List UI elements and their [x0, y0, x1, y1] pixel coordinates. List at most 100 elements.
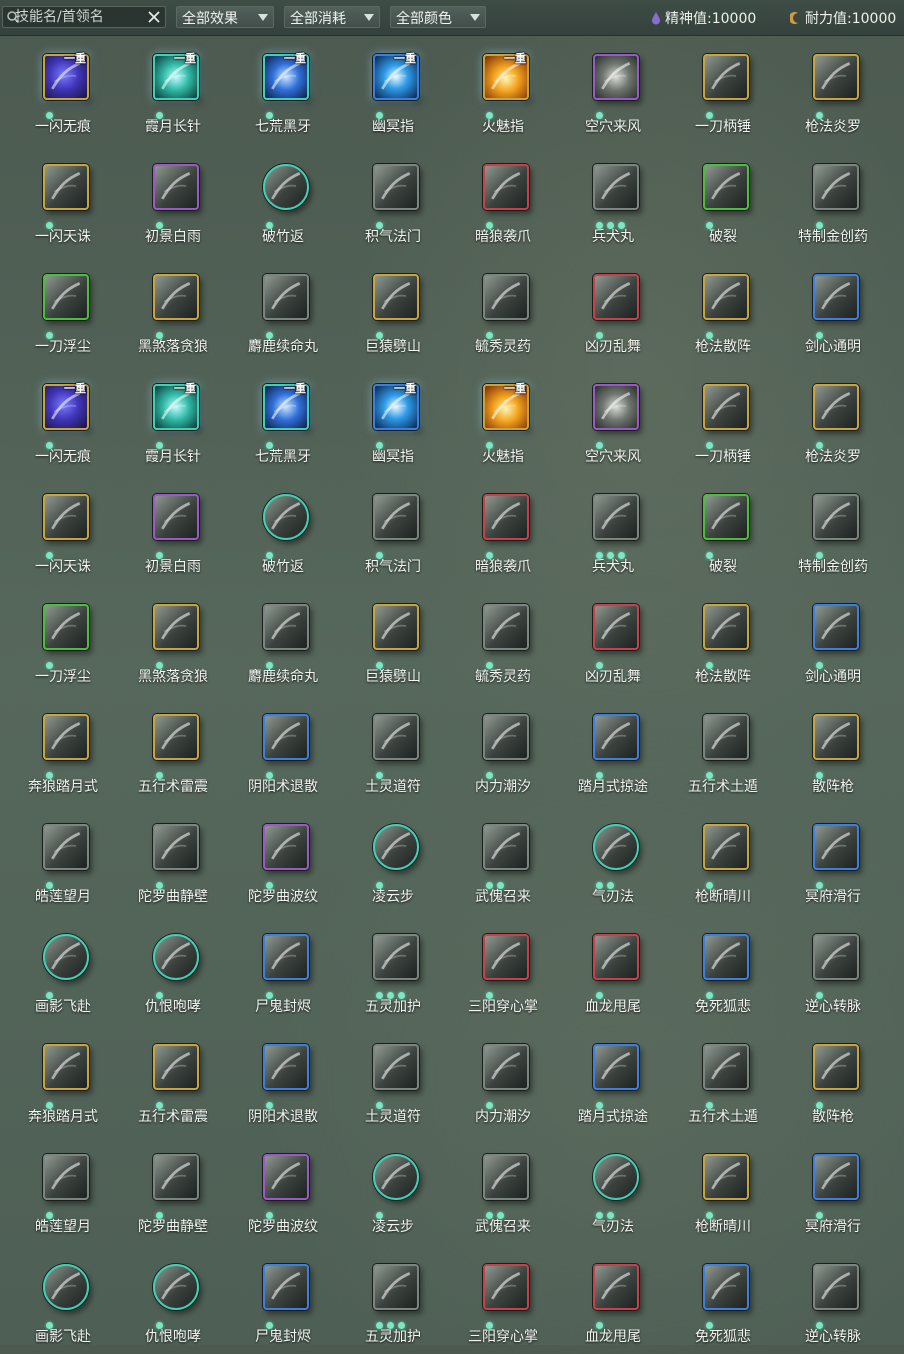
skill-icon[interactable] — [813, 494, 859, 540]
skill-cell[interactable]: 兵犬丸 — [558, 144, 668, 254]
search-box[interactable] — [2, 6, 166, 28]
skill-icon[interactable] — [483, 274, 529, 320]
skill-cell[interactable]: 巨猿劈山 — [338, 584, 448, 694]
skill-icon[interactable] — [703, 384, 749, 430]
skill-cell[interactable]: 内力潮汐 — [448, 694, 558, 804]
skill-cell[interactable]: 一重 七荒黑牙 — [228, 364, 338, 474]
skill-cell[interactable]: 枪法炎罗 — [778, 364, 888, 474]
skill-icon[interactable] — [263, 494, 309, 540]
skill-cell[interactable]: 一刀柄锤 — [668, 364, 778, 474]
skill-cell[interactable]: 毓秀灵药 — [448, 254, 558, 364]
skill-icon[interactable] — [703, 604, 749, 650]
skill-cell[interactable]: 逆心转脉 — [778, 1244, 888, 1354]
skill-cell[interactable]: 枪断晴川 — [668, 1134, 778, 1244]
skill-cell[interactable]: 血龙甩尾 — [558, 1244, 668, 1354]
skill-cell[interactable]: 三阳穿心掌 — [448, 1244, 558, 1354]
skill-icon[interactable] — [593, 934, 639, 980]
skill-icon[interactable] — [593, 384, 639, 430]
skill-cell[interactable]: 一重 霞月长针 — [118, 34, 228, 144]
skill-cell[interactable]: 奔狼踏月式 — [8, 694, 118, 804]
skill-icon[interactable] — [43, 824, 89, 870]
skill-cell[interactable]: 一闪天诛 — [8, 474, 118, 584]
skill-cell[interactable]: 一重 霞月长针 — [118, 364, 228, 474]
skill-icon[interactable] — [483, 1154, 529, 1200]
skill-icon[interactable] — [43, 604, 89, 650]
skill-icon[interactable] — [703, 1264, 749, 1310]
skill-icon[interactable] — [263, 714, 309, 760]
skill-icon[interactable] — [813, 54, 859, 100]
skill-cell[interactable]: 麝鹿续命丸 — [228, 584, 338, 694]
skill-cell[interactable]: 麝鹿续命丸 — [228, 254, 338, 364]
skill-icon[interactable] — [593, 164, 639, 210]
skill-cell[interactable]: 一刀浮尘 — [8, 254, 118, 364]
skill-icon[interactable] — [483, 824, 529, 870]
skill-cell[interactable]: 五灵加护 — [338, 914, 448, 1024]
skill-cell[interactable]: 空穴来风 — [558, 34, 668, 144]
skill-icon[interactable] — [373, 1154, 419, 1200]
skill-cell[interactable]: 冥府滑行 — [778, 804, 888, 914]
skill-cell[interactable]: 画影飞赴 — [8, 914, 118, 1024]
skill-icon[interactable] — [703, 54, 749, 100]
skill-cell[interactable]: 皓莲望月 — [8, 804, 118, 914]
skill-icon[interactable] — [153, 1264, 199, 1310]
skill-cell[interactable]: 一刀柄锤 — [668, 34, 778, 144]
skill-icon[interactable] — [153, 494, 199, 540]
skill-icon[interactable] — [593, 604, 639, 650]
skill-icon[interactable] — [263, 824, 309, 870]
skill-cell[interactable]: 五行术土遁 — [668, 1024, 778, 1134]
skill-icon[interactable] — [813, 274, 859, 320]
skill-icon[interactable] — [703, 714, 749, 760]
skill-cell[interactable]: 五灵加护 — [338, 1244, 448, 1354]
skill-icon[interactable] — [813, 604, 859, 650]
skill-icon[interactable] — [813, 934, 859, 980]
skill-cell[interactable]: 血龙甩尾 — [558, 914, 668, 1024]
skill-icon[interactable] — [153, 274, 199, 320]
cost-filter-dropdown[interactable]: 全部消耗 — [284, 6, 380, 28]
skill-icon[interactable] — [43, 164, 89, 210]
skill-cell[interactable]: 免死狐悲 — [668, 1244, 778, 1354]
skill-cell[interactable]: 气刃法 — [558, 1134, 668, 1244]
skill-cell[interactable]: 画影飞赴 — [8, 1244, 118, 1354]
skill-cell[interactable]: 破竹返 — [228, 144, 338, 254]
skill-cell[interactable]: 一重 火魅指 — [448, 364, 558, 474]
skill-cell[interactable]: 陀罗曲波纹 — [228, 804, 338, 914]
skill-icon[interactable] — [593, 1264, 639, 1310]
skill-icon[interactable] — [153, 1044, 199, 1090]
skill-cell[interactable]: 仇恨咆哮 — [118, 1244, 228, 1354]
skill-icon[interactable] — [813, 714, 859, 760]
color-filter-dropdown[interactable]: 全部颜色 — [390, 6, 486, 28]
skill-icon[interactable] — [43, 714, 89, 760]
skill-cell[interactable]: 枪法炎罗 — [778, 34, 888, 144]
skill-cell[interactable]: 积气法门 — [338, 474, 448, 584]
skill-icon[interactable] — [483, 1264, 529, 1310]
skill-cell[interactable]: 逆心转脉 — [778, 914, 888, 1024]
skill-icon[interactable] — [593, 824, 639, 870]
skill-cell[interactable]: 枪法散阵 — [668, 584, 778, 694]
skill-icon[interactable] — [263, 164, 309, 210]
skill-cell[interactable]: 凌云步 — [338, 1134, 448, 1244]
skill-cell[interactable]: 暗狼袭爪 — [448, 144, 558, 254]
skill-cell[interactable]: 特制金创药 — [778, 144, 888, 254]
skill-icon[interactable] — [43, 274, 89, 320]
skill-cell[interactable]: 五行术雷震 — [118, 1024, 228, 1134]
skill-cell[interactable]: 散阵枪 — [778, 1024, 888, 1134]
skill-icon[interactable] — [153, 934, 199, 980]
skill-cell[interactable]: 武傀召来 — [448, 1134, 558, 1244]
skill-icon[interactable] — [813, 164, 859, 210]
skill-icon[interactable] — [373, 604, 419, 650]
skill-cell[interactable]: 凶刃乱舞 — [558, 254, 668, 364]
skill-icon[interactable] — [813, 384, 859, 430]
skill-cell[interactable]: 破裂 — [668, 144, 778, 254]
skill-cell[interactable]: 初景白雨 — [118, 144, 228, 254]
skill-cell[interactable]: 巨猿劈山 — [338, 254, 448, 364]
skill-cell[interactable]: 枪断晴川 — [668, 804, 778, 914]
skill-icon[interactable] — [483, 604, 529, 650]
skill-icon[interactable] — [483, 714, 529, 760]
skill-cell[interactable]: 陀罗曲波纹 — [228, 1134, 338, 1244]
skill-icon[interactable] — [263, 1264, 309, 1310]
skill-icon[interactable] — [43, 934, 89, 980]
skill-cell[interactable]: 内力潮汐 — [448, 1024, 558, 1134]
skill-cell[interactable]: 五行术雷震 — [118, 694, 228, 804]
skill-cell[interactable]: 散阵枪 — [778, 694, 888, 804]
skill-cell[interactable]: 枪法散阵 — [668, 254, 778, 364]
